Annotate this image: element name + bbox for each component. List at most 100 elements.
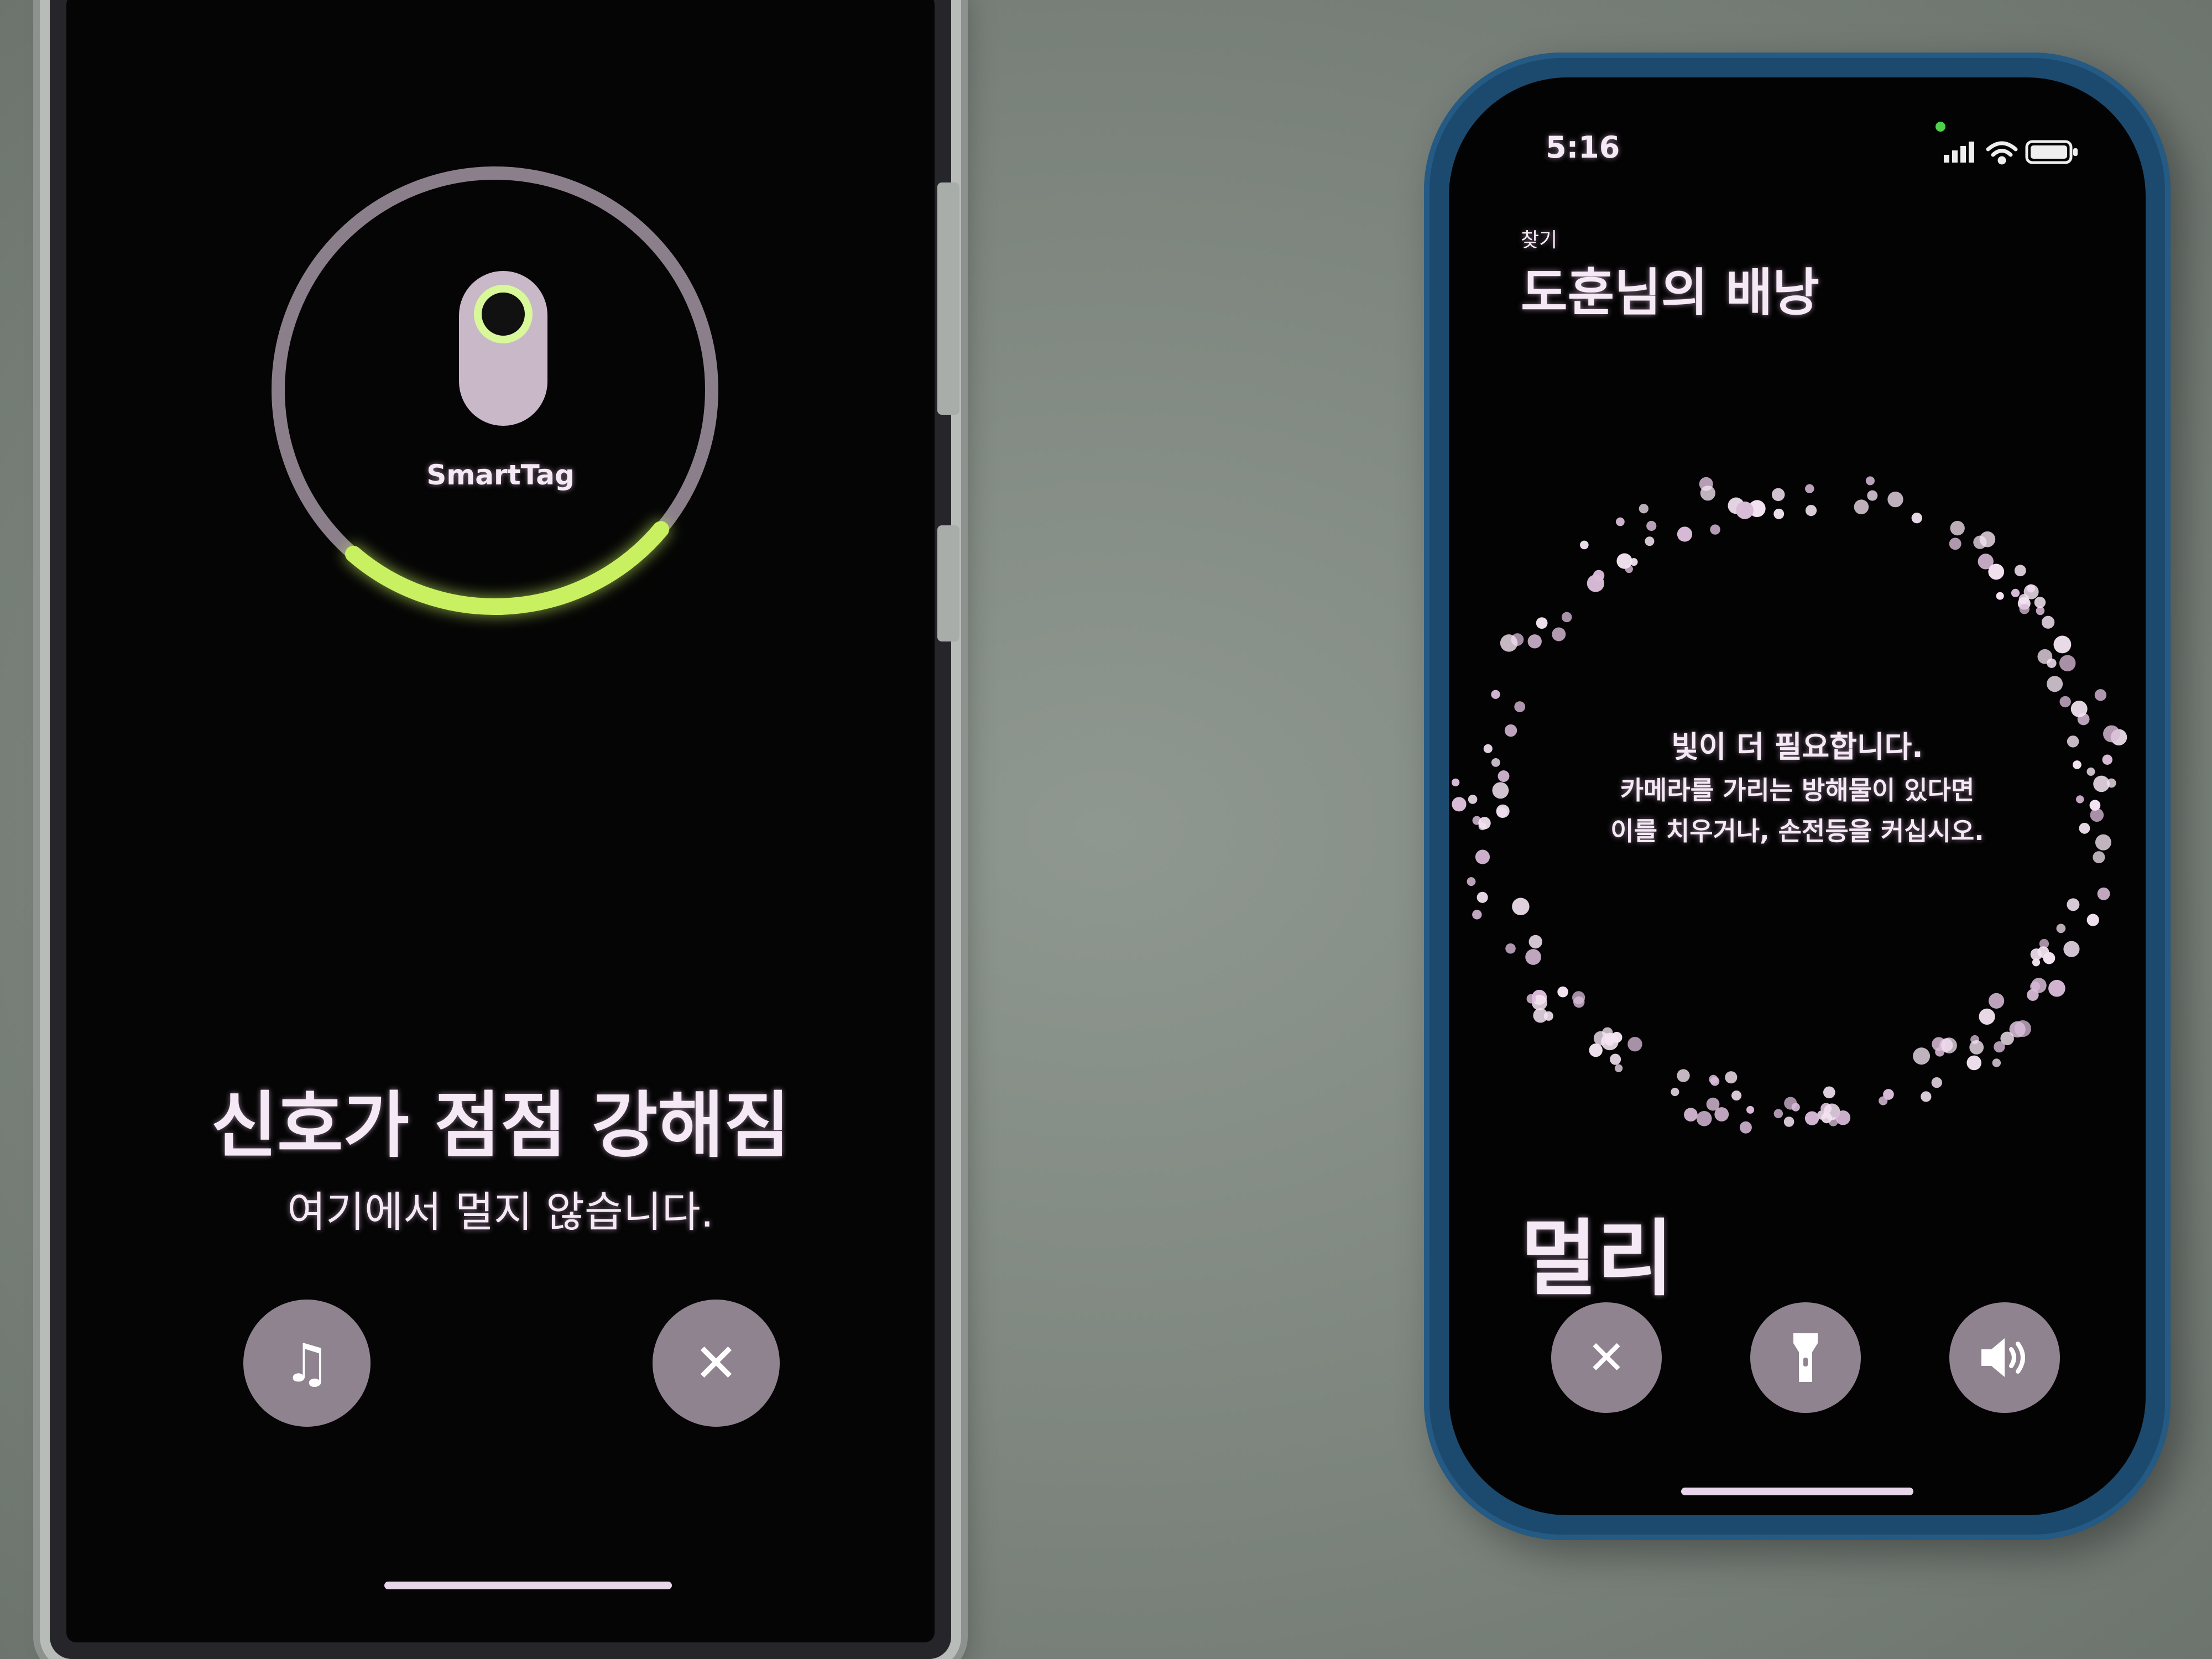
scan-dot xyxy=(2014,565,2026,577)
scan-dot xyxy=(1731,1090,1742,1101)
signal-ring xyxy=(272,166,718,615)
scan-dot xyxy=(1526,994,1536,1004)
scan-dot xyxy=(1512,898,1530,916)
scan-dot xyxy=(1536,617,1548,629)
scan-dot xyxy=(1573,996,1585,1008)
smarttag-hole-icon xyxy=(474,285,533,343)
status-icons xyxy=(1944,140,2078,165)
side-button-upper[interactable] xyxy=(937,182,959,415)
scan-dot xyxy=(2093,851,2105,864)
scan-dot xyxy=(1630,558,1638,566)
scan-dot xyxy=(2059,655,2076,672)
scan-dot xyxy=(1552,627,1566,641)
scan-dot xyxy=(1477,891,1488,903)
scan-dot xyxy=(2031,978,2047,993)
scan-dot xyxy=(1823,1086,1835,1099)
scan-dot xyxy=(2063,941,2080,957)
left-phone: SmartTag 신호가 점점 강해짐 여기에서 멀지 않습니다. ♫ ✕ xyxy=(50,0,959,1659)
scan-dot xyxy=(1865,476,1875,486)
scan-dot xyxy=(1696,1110,1712,1126)
close-icon: ✕ xyxy=(693,1332,739,1394)
scan-dot xyxy=(1996,592,2004,600)
scan-dot xyxy=(1627,1036,1642,1052)
scan-dot xyxy=(1500,634,1518,652)
scan-dot xyxy=(1783,1117,1794,1127)
scan-dot xyxy=(1589,1043,1603,1057)
scan-dot xyxy=(1527,634,1542,649)
scan-dot xyxy=(1988,993,2005,1009)
scan-dot xyxy=(1773,508,1785,519)
scan-dot xyxy=(1969,1040,1984,1055)
scan-dot xyxy=(2097,887,2110,900)
scan-dot xyxy=(1561,612,1572,623)
scan-dot xyxy=(1645,536,1655,546)
right-phone: 5:16 찾기 도훈님의 배낭 빛이 더 필요합니다. 카메라를 가리는 방해물… xyxy=(1424,53,2171,1540)
scan-dot xyxy=(1913,1047,1931,1065)
status-time: 5:16 xyxy=(1546,130,1620,165)
scan-dot xyxy=(2011,588,2020,597)
cellular-icon xyxy=(1944,142,1974,163)
scan-dot xyxy=(1671,1087,1679,1097)
scan-dot xyxy=(1992,1058,2001,1067)
scan-dot xyxy=(2086,914,2099,926)
scan-dot xyxy=(2032,958,2041,967)
scan-dot xyxy=(1710,524,1720,535)
scan-dot xyxy=(1835,1110,1851,1125)
play-sound-button[interactable]: ♫ xyxy=(243,1300,371,1427)
scan-dot xyxy=(1994,1041,2005,1053)
scan-dot xyxy=(1979,1008,1995,1025)
scan-dot xyxy=(1805,504,1817,517)
scan-dot xyxy=(1736,501,1754,519)
flashlight-button[interactable] xyxy=(1750,1302,1861,1413)
scan-dot xyxy=(1639,504,1649,514)
signal-strength-arc xyxy=(345,521,670,615)
side-button-lower[interactable] xyxy=(937,525,959,641)
scan-dot xyxy=(2037,649,2053,664)
message-line-3: 이를 치우거나, 손전등을 커십시오. xyxy=(1610,816,1984,846)
scan-dot xyxy=(1616,517,1625,526)
scan-dot xyxy=(2041,615,2055,629)
scan-dot xyxy=(1911,513,1922,524)
scan-dot xyxy=(1739,1121,1752,1134)
scan-dot xyxy=(1472,910,1482,920)
scan-dot xyxy=(1805,484,1814,493)
scan-dot xyxy=(1746,1105,1755,1114)
sound-button[interactable] xyxy=(1949,1302,2060,1413)
scan-dot xyxy=(2059,696,2071,708)
scan-dot xyxy=(1988,564,2005,580)
scan-dot xyxy=(2023,584,2039,599)
scan-dot xyxy=(1611,1031,1623,1043)
scan-dot xyxy=(2034,597,2046,608)
scan-dot xyxy=(2056,924,2066,933)
scan-dot xyxy=(1921,1091,1932,1102)
scan-dot xyxy=(1514,701,1526,712)
stop-search-button[interactable]: ✕ xyxy=(653,1300,780,1427)
scan-dot xyxy=(1791,1103,1800,1112)
scan-dot xyxy=(1616,553,1632,569)
scan-dot xyxy=(1557,986,1568,998)
scan-dot xyxy=(1677,526,1693,542)
wifi-icon xyxy=(1986,141,2018,165)
scan-dot xyxy=(1700,486,1715,501)
camera-indicator xyxy=(1936,122,1945,132)
scan-dot xyxy=(2094,689,2107,701)
scan-dot xyxy=(1587,575,1605,592)
scan-dot xyxy=(1879,1096,1888,1105)
scan-dot xyxy=(2047,676,2063,692)
scan-dot xyxy=(1887,491,1903,508)
close-button[interactable]: ✕ xyxy=(1551,1302,1662,1413)
home-indicator[interactable] xyxy=(384,1582,672,1589)
close-icon: ✕ xyxy=(1587,1331,1626,1385)
scan-dot xyxy=(1931,1077,1942,1088)
scan-dot xyxy=(1684,1108,1698,1122)
breadcrumb[interactable]: 찾기 xyxy=(1521,224,1557,253)
scan-dot xyxy=(1593,1031,1608,1046)
scan-dot xyxy=(1725,1071,1738,1084)
scan-dot xyxy=(1505,943,1516,954)
scan-dot xyxy=(1614,1064,1623,1072)
scan-dot xyxy=(1580,540,1589,550)
scan-dot xyxy=(1867,490,1878,501)
scan-dot xyxy=(1941,1037,1957,1053)
scan-dot xyxy=(1979,531,1996,547)
home-indicator[interactable] xyxy=(1681,1488,1913,1495)
